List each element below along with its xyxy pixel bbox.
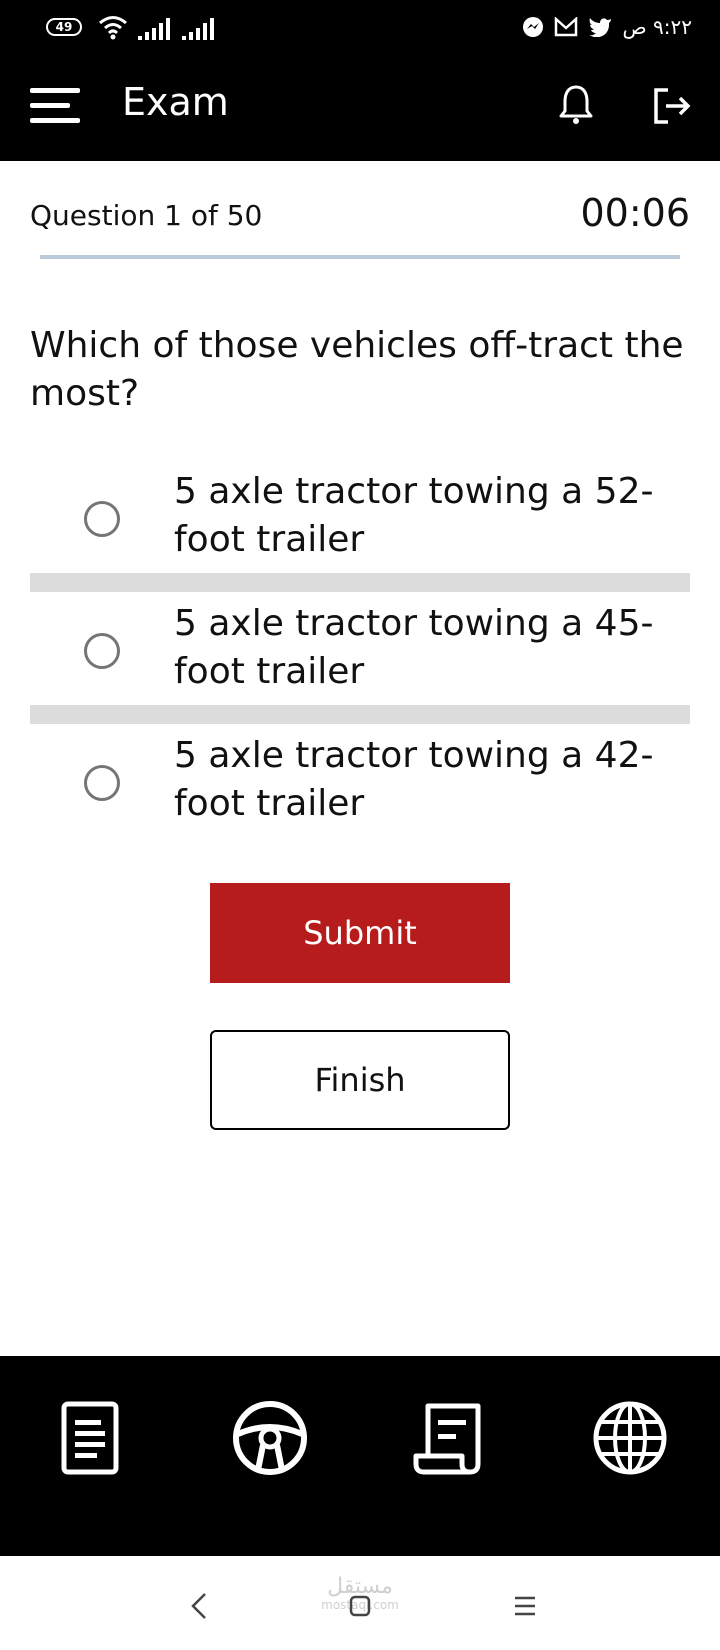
timer: 00:06 <box>580 191 690 235</box>
finish-button[interactable]: Finish <box>210 1030 510 1130</box>
question-text: Which of those vehicles off-tract the mo… <box>30 325 684 414</box>
status-time: ٩:٢٢ ص <box>622 15 692 39</box>
connectivity-icons <box>98 12 216 40</box>
recents-menu-icon[interactable] <box>505 1586 545 1626</box>
answer-option-label: 5 axle tractor towing a 42-foot trailer <box>174 735 654 824</box>
answer-option-label: 5 axle tractor towing a 52-foot trailer <box>174 471 654 560</box>
submit-button[interactable]: Submit <box>210 883 510 983</box>
progress-track <box>40 255 680 259</box>
twitter-icon <box>589 18 612 37</box>
script-icon[interactable] <box>410 1398 490 1478</box>
bottom-navigation <box>0 1356 720 1556</box>
status-right: ٩:٢٢ ص <box>522 12 692 42</box>
answer-option[interactable]: 5 axle tractor towing a 45-foot trailer <box>30 594 690 708</box>
answer-option-label: 5 axle tractor towing a 45-foot trailer <box>174 603 654 692</box>
question-counter: Question 1 of 50 <box>30 199 263 232</box>
steering-wheel-icon[interactable] <box>230 1398 310 1478</box>
app-title: Exam <box>122 80 229 124</box>
signal-icon <box>138 18 170 40</box>
globe-icon[interactable] <box>590 1398 670 1478</box>
logout-icon[interactable] <box>652 86 692 126</box>
system-navigation-bar: مستقل mostaql.com <box>0 1556 720 1650</box>
status-bar: 49 ٩:٢٢ ص <box>0 0 720 56</box>
home-icon[interactable] <box>340 1586 380 1626</box>
menu-icon[interactable] <box>30 86 80 126</box>
radio-button[interactable] <box>84 765 120 801</box>
signal-icon-2 <box>182 18 214 40</box>
radio-button[interactable] <box>84 633 120 669</box>
document-icon[interactable] <box>50 1398 130 1478</box>
notification-bell-icon[interactable] <box>558 84 594 126</box>
gmail-icon <box>555 17 578 37</box>
app-bar: Exam <box>0 56 720 161</box>
back-icon[interactable] <box>180 1586 220 1626</box>
battery-indicator: 49 <box>46 18 82 36</box>
radio-button[interactable] <box>84 501 120 537</box>
progress-row: Question 1 of 50 00:06 <box>30 185 690 245</box>
answer-option[interactable]: 5 axle tractor towing a 52-foot trailer <box>30 462 690 576</box>
messenger-icon <box>523 17 544 37</box>
option-divider <box>30 705 690 724</box>
wifi-icon <box>99 16 127 40</box>
answer-option[interactable]: 5 axle tractor towing a 42-foot trailer <box>30 726 690 840</box>
option-divider <box>30 573 690 592</box>
